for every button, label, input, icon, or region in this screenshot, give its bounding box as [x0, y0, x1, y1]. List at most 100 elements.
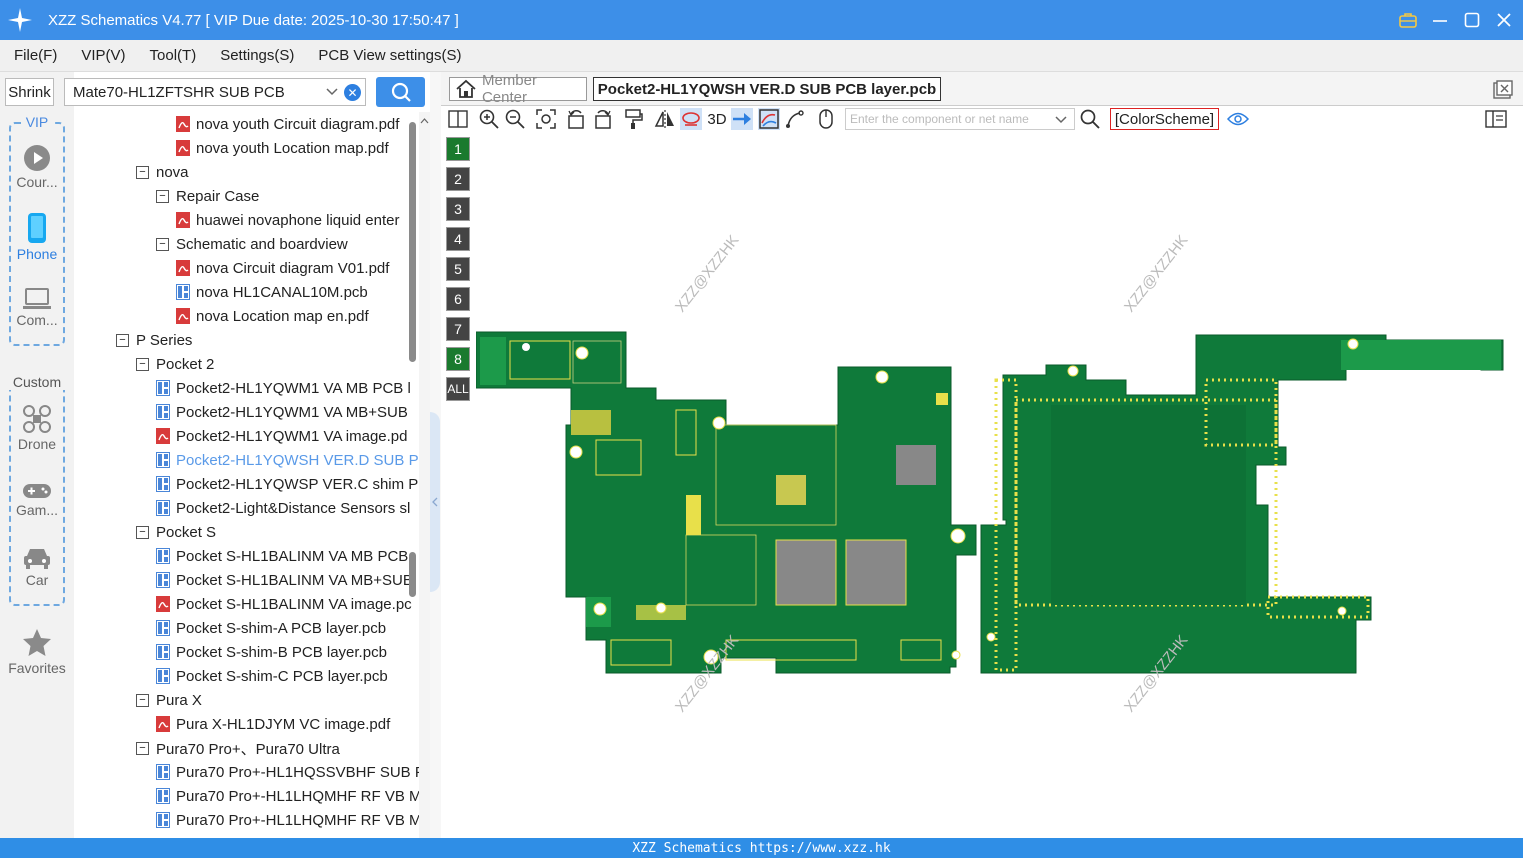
tree-file[interactable]: Pocket2-Light&Distance Sensors sl — [156, 496, 410, 520]
tree-folder[interactable]: − Pura X — [136, 688, 202, 712]
layer-button-4[interactable]: 4 — [446, 227, 470, 251]
tree-file[interactable]: Pura70 Pro+-HL1LHQMHF RF VB M — [156, 784, 422, 808]
tree-file[interactable]: nova youth Circuit diagram.pdf — [176, 112, 399, 136]
layer-button-5[interactable]: 5 — [446, 257, 470, 281]
panel-splitter[interactable] — [430, 72, 441, 838]
tree-file[interactable]: Pocket2-HL1YQWSP VER.C shim P( — [156, 472, 423, 496]
layer-button-all[interactable]: ALL — [446, 377, 470, 401]
eye-icon[interactable] — [1227, 108, 1249, 130]
find-component-icon[interactable] — [1079, 108, 1101, 130]
color-scheme-button[interactable]: [ColorScheme] — [1110, 108, 1219, 130]
tab-member-center[interactable]: Member Center — [449, 72, 587, 106]
file-search-input[interactable]: Mate70-HL1ZFTSHR SUB PCB ✕ — [64, 78, 366, 106]
collapse-toggle-icon[interactable]: − — [116, 333, 129, 347]
layer-button-8[interactable]: 8 — [446, 347, 470, 371]
sidebar-item-phone[interactable]: Phone — [0, 212, 74, 262]
menu-vip[interactable]: VIP(V) — [77, 45, 129, 66]
tree-file[interactable]: Pocket S-shim-A PCB layer.pcb — [156, 616, 386, 640]
scroll-thumb[interactable] — [409, 122, 416, 362]
tree-file[interactable]: Pocket2-HL1YQWM1 VA MB+SUB — [156, 400, 408, 424]
menu-file[interactable]: File(F) — [10, 45, 61, 66]
trace-route-icon[interactable] — [784, 108, 806, 130]
menu-tool[interactable]: Tool(T) — [146, 45, 201, 66]
measure-icon[interactable] — [731, 108, 753, 130]
tree-file[interactable]: nova HL1CANAL10M.pcb — [176, 280, 368, 304]
tree-file[interactable]: Pura70 Pro+-HL1LHQMHF RF VB M — [156, 808, 422, 832]
collapse-toggle-icon[interactable]: − — [156, 237, 169, 251]
tree-file[interactable]: huawei novaphone liquid enter — [176, 208, 400, 232]
split-view-icon[interactable] — [447, 108, 469, 130]
sidebar-item-game[interactable]: Gam... — [0, 482, 74, 518]
fit-view-icon[interactable] — [535, 108, 557, 130]
tree-file[interactable]: Pocket2-HL1YQWM1 VA MB PCB l — [156, 376, 411, 400]
tree-file[interactable]: Pocket S-shim-B PCB layer.pcb — [156, 640, 387, 664]
tree-folder[interactable]: − Pocket S — [136, 520, 216, 544]
tree-file[interactable]: Pocket S-HL1BALINM VA MB PCB — [156, 544, 408, 568]
pcb-board-drawing[interactable] — [475, 135, 1523, 838]
search-button[interactable] — [376, 77, 425, 107]
menu-pcb-view-settings[interactable]: PCB View settings(S) — [314, 45, 465, 66]
paint-brush-icon[interactable] — [622, 108, 644, 130]
layer-button-6[interactable]: 6 — [446, 287, 470, 311]
tree-file[interactable]: Pocket S-HL1BALINM VA MB+SUB — [156, 568, 413, 592]
highlight-net-icon[interactable] — [680, 108, 702, 130]
collapse-toggle-icon[interactable]: − — [136, 165, 149, 179]
tree-file[interactable]: Pura70 Pro+-HL1HQSSVBHF SUB F — [156, 760, 424, 784]
sidebar-item-computer[interactable]: Com... — [0, 288, 74, 328]
collapse-toggle-icon[interactable]: − — [136, 741, 149, 755]
shrink-button[interactable]: Shrink — [5, 78, 54, 106]
scroll-thumb-secondary[interactable] — [409, 552, 416, 597]
side-panel-icon[interactable] — [1485, 108, 1507, 130]
tree-folder[interactable]: − Pura70 Pro+、Pura70 Ultra — [136, 736, 340, 760]
collapse-toggle-icon[interactable]: − — [136, 357, 149, 371]
tree-file[interactable]: nova Circuit diagram V01.pdf — [176, 256, 389, 280]
menu-settings[interactable]: Settings(S) — [216, 45, 298, 66]
layer-button-7[interactable]: 7 — [446, 317, 470, 341]
collapse-toggle-icon[interactable]: − — [136, 693, 149, 707]
chevron-up-icon[interactable] — [419, 116, 430, 126]
tree-file[interactable]: nova Location map en.pdf — [176, 304, 369, 328]
collapse-toggle-icon[interactable]: − — [156, 189, 169, 203]
component-search-input[interactable]: Enter the component or net name — [845, 108, 1075, 130]
tab-document[interactable]: Pocket2-HL1YQWSH VER.D SUB PCB layer.pcb — [593, 77, 941, 101]
board-layer-icon[interactable] — [758, 108, 780, 130]
zoom-in-icon[interactable] — [478, 108, 500, 130]
3d-view-button[interactable]: 3D — [705, 108, 729, 130]
tree-file[interactable]: Pocket S-shim-C PCB layer.pcb — [156, 664, 388, 688]
layer-button-3[interactable]: 3 — [446, 197, 470, 221]
maximize-button[interactable] — [1463, 11, 1481, 29]
tree-folder[interactable]: − P Series — [116, 328, 192, 352]
tree-scroll-track[interactable] — [419, 112, 430, 838]
chevron-down-icon[interactable] — [325, 83, 339, 101]
tree-file[interactable]: Pura X-HL1DJYM VC image.pdf — [156, 712, 390, 736]
sidebar-item-favorites[interactable]: Favorites — [0, 628, 74, 676]
briefcase-icon[interactable] — [1399, 11, 1417, 29]
tree-folder[interactable]: − Schematic and boardview — [156, 232, 348, 256]
sidebar-item-car[interactable]: Car — [0, 546, 74, 588]
pcb-canvas[interactable]: XZZ@XZZHK XZZ@XZZHK XZZ@XZZHK XZZ@XZZHK — [475, 135, 1523, 838]
layer-button-2[interactable]: 2 — [446, 167, 470, 191]
tree-folder[interactable]: − nova — [136, 160, 189, 184]
tree-file[interactable]: Pocket2-HL1YQWM1 VA image.pd — [156, 424, 408, 448]
tree-file[interactable]: Pocket2-HL1YQWSH VER.D SUB P( — [156, 448, 424, 472]
mirror-icon[interactable] — [654, 108, 676, 130]
rotate-right-icon[interactable] — [592, 108, 614, 130]
clear-search-icon[interactable]: ✕ — [344, 84, 361, 101]
collapse-toggle-icon[interactable]: − — [136, 525, 149, 539]
tree-folder[interactable]: − Pocket 2 — [136, 352, 214, 376]
tree-folder[interactable]: − Repair Case — [156, 184, 259, 208]
tree-file[interactable]: nova youth Location map.pdf — [176, 136, 389, 160]
close-all-tabs-icon[interactable] — [1493, 80, 1513, 100]
zoom-out-icon[interactable] — [504, 108, 526, 130]
close-button[interactable] — [1495, 11, 1513, 29]
minimize-button[interactable] — [1431, 11, 1449, 29]
sidebar-item-courses[interactable]: Cour... — [0, 144, 74, 190]
mouse-icon[interactable] — [815, 108, 837, 130]
sidebar-item-drone[interactable]: Drone — [0, 404, 74, 452]
collapse-panel-handle[interactable] — [430, 412, 440, 592]
rotate-left-icon[interactable] — [565, 108, 587, 130]
chevron-down-icon[interactable] — [1054, 113, 1068, 127]
tree-file[interactable]: Pocket S-HL1BALINM VA image.pc — [156, 592, 412, 616]
tree-scrollbar[interactable] — [408, 112, 418, 838]
layer-button-1[interactable]: 1 — [446, 137, 470, 161]
